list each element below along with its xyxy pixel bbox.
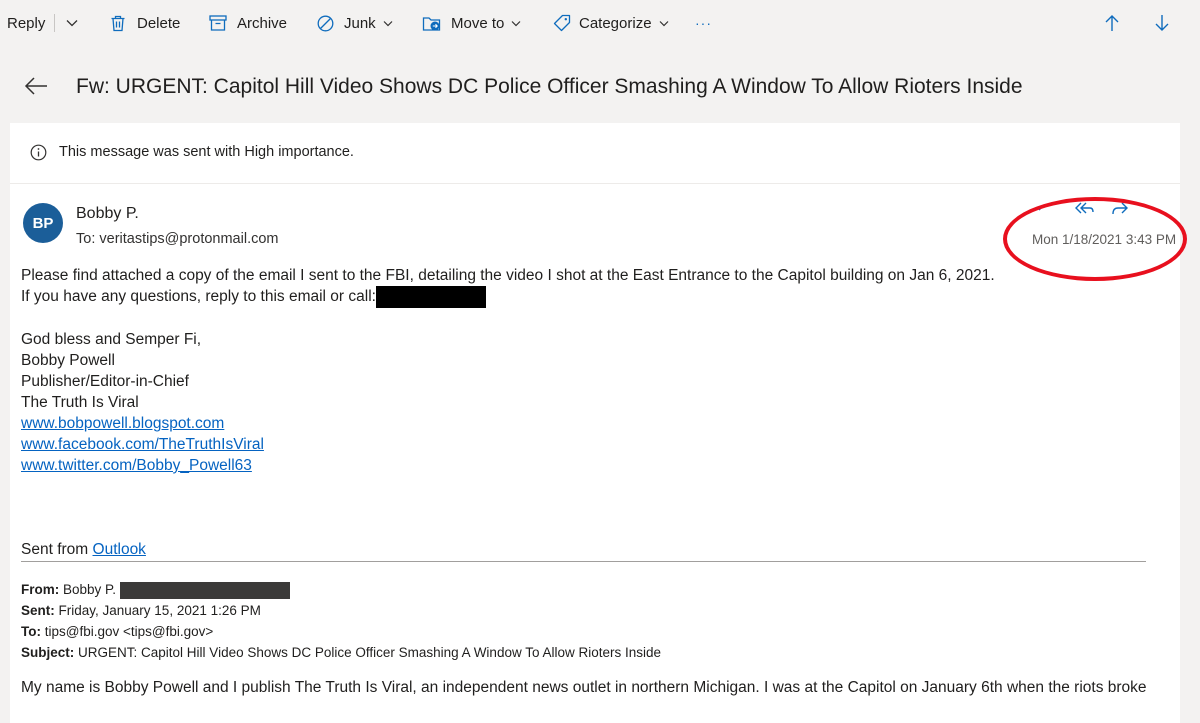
importance-text: This message was sent with High importan… (59, 144, 354, 160)
facebook-link[interactable]: www.facebook.com/TheTruthIsViral (21, 436, 264, 453)
to-label: To: (76, 231, 96, 247)
fwd-sent-label: Sent: (21, 603, 55, 618)
fwd-to-label: To: (21, 624, 41, 639)
message-subject: Fw: URGENT: Capitol Hill Video Shows DC … (76, 75, 1023, 98)
archive-button[interactable]: Archive (209, 0, 287, 46)
back-button[interactable] (24, 76, 48, 101)
chevron-down-icon (383, 20, 393, 26)
command-toolbar: Reply Delete Archive Junk Move to Catego… (0, 0, 1200, 46)
body-line: Please find attached a copy of the email… (21, 267, 995, 284)
recipient-line: To: veritastips@protonmail.com (76, 231, 279, 247)
forwarded-header: From: Bobby P. Sent: Friday, January 15,… (21, 579, 661, 663)
fwd-sent-value: Friday, January 15, 2021 1:26 PM (58, 603, 261, 618)
delete-button[interactable]: Delete (110, 0, 180, 46)
message-card: This message was sent with High importan… (10, 123, 1187, 723)
signature-title: Publisher/Editor-in-Chief (21, 373, 189, 390)
sent-from-line: Sent from Outlook (21, 539, 1171, 560)
fwd-subject-label: Subject: (21, 645, 75, 660)
chevron-down-icon (66, 20, 78, 27)
importance-banner: This message was sent with High importan… (10, 123, 1180, 184)
reply-button[interactable]: Reply (7, 0, 45, 46)
trash-icon (111, 15, 125, 31)
info-icon (30, 144, 47, 161)
message-body: Please find attached a copy of the email… (21, 265, 1171, 560)
sent-from-text: Sent from (21, 541, 89, 558)
junk-button[interactable]: Junk (317, 0, 393, 46)
signature-name: Bobby Powell (21, 352, 115, 369)
blog-link[interactable]: www.bobpowell.blogspot.com (21, 415, 224, 432)
body-line-call: If you have any questions, reply to this… (21, 286, 1171, 308)
fwd-from-label: From: (21, 582, 60, 597)
next-message-button[interactable] (1155, 0, 1169, 46)
arrow-down-icon (1155, 15, 1169, 31)
redaction-bar (119, 581, 290, 599)
message-actions (1035, 201, 1175, 223)
more-icon: ··· (695, 15, 712, 31)
fwd-to-row: To: tips@fbi.gov <tips@fbi.gov> (21, 621, 661, 642)
chevron-down-icon (511, 20, 521, 26)
signature-org: The Truth Is Viral (21, 394, 139, 411)
reply-options-dropdown[interactable] (66, 0, 78, 46)
body-line-text: If you have any questions, reply to this… (21, 288, 376, 306)
subject-row: Fw: URGENT: Capitol Hill Video Shows DC … (0, 64, 1200, 114)
sender-name[interactable]: Bobby P. (76, 205, 139, 223)
move-folder-icon (422, 16, 441, 31)
move-to-button[interactable]: Move to (422, 0, 521, 46)
forward-divider (21, 561, 1146, 562)
recipient-address[interactable]: veritastips@protonmail.com (99, 231, 278, 247)
archive-label: Archive (237, 14, 288, 32)
fwd-sent-row: Sent: Friday, January 15, 2021 1:26 PM (21, 600, 661, 621)
outlook-link[interactable]: Outlook (93, 541, 146, 558)
fwd-from-value: Bobby P. (63, 582, 117, 597)
block-icon (317, 15, 334, 31)
fwd-from-row: From: Bobby P. (21, 579, 661, 600)
redaction-bar (375, 286, 486, 308)
reply-icon[interactable] (1035, 201, 1051, 217)
previous-message-button[interactable] (1105, 0, 1119, 46)
avatar[interactable]: BP (23, 203, 63, 243)
fwd-subject-row: Subject: URGENT: Capitol Hill Video Show… (21, 642, 661, 663)
tag-icon (553, 14, 571, 32)
fwd-subject-value: URGENT: Capitol Hill Video Shows DC Poli… (78, 645, 662, 660)
twitter-link[interactable]: www.twitter.com/Bobby_Powell63 (21, 457, 252, 474)
forward-icon[interactable] (1110, 201, 1130, 217)
reply-label: Reply (7, 14, 46, 32)
move-to-label: Move to (451, 14, 505, 32)
junk-label: Junk (344, 14, 376, 32)
more-actions-button[interactable]: ··· (695, 0, 712, 46)
chevron-down-icon (659, 20, 668, 26)
fwd-to-value: tips@fbi.gov <tips@fbi.gov> (44, 624, 214, 639)
categorize-button[interactable]: Categorize (553, 0, 669, 46)
reply-all-icon[interactable] (1073, 201, 1095, 217)
message-date: Mon 1/18/2021 3:43 PM (1032, 232, 1177, 247)
arrow-up-icon (1105, 15, 1119, 31)
categorize-label: Categorize (579, 14, 652, 32)
back-arrow-icon (24, 77, 47, 95)
toolbar-divider (54, 14, 55, 32)
archive-icon (209, 15, 227, 31)
forwarded-paragraph: My name is Bobby Powell and I publish Th… (21, 679, 1147, 696)
closing-line: God bless and Semper Fi, (21, 331, 202, 348)
delete-label: Delete (137, 14, 181, 32)
